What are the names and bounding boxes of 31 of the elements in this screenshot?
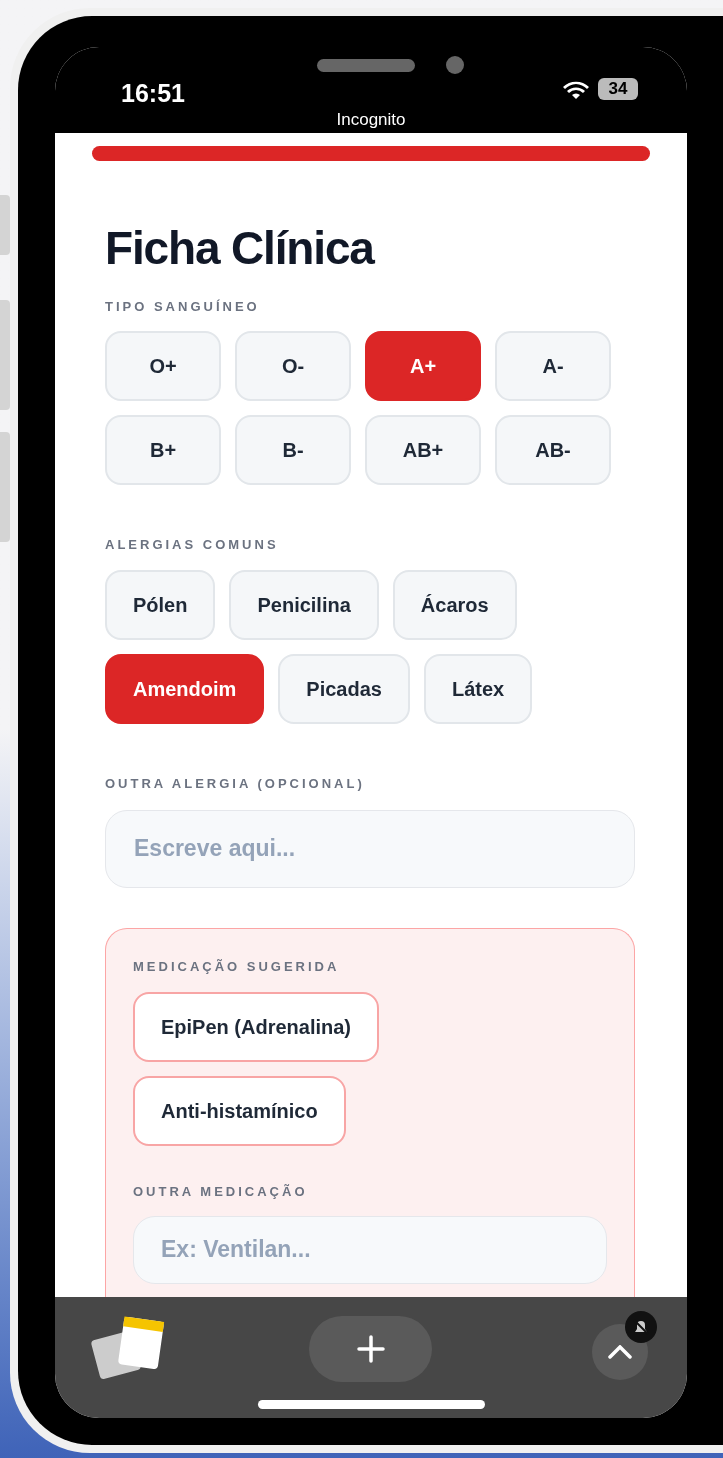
plus-icon xyxy=(356,1335,385,1363)
page-title: Ficha Clínica xyxy=(105,225,376,271)
allergy-chip[interactable]: Penicilina xyxy=(229,570,379,640)
blood-type-option[interactable]: A+ xyxy=(365,330,481,401)
blood-type-option[interactable]: B+ xyxy=(105,414,221,485)
blood-type-option[interactable]: O+ xyxy=(105,330,221,401)
battery-indicator: 34 xyxy=(598,78,638,100)
allergy-chip[interactable]: Ácaros xyxy=(392,570,517,640)
chevron-up-icon xyxy=(608,1345,632,1359)
input-field[interactable]: Escreve aqui... xyxy=(105,809,635,888)
section-label: OUTRA ALERGIA (OPCIONAL) xyxy=(105,775,366,793)
blood-type-option[interactable]: A- xyxy=(495,330,611,401)
blood-type-option[interactable]: AB- xyxy=(495,414,611,485)
muted-bell-icon xyxy=(625,1311,657,1343)
blood-type-option[interactable]: O- xyxy=(235,330,351,401)
section-label: TIPO SANGUÍNEO xyxy=(105,298,261,316)
allergy-chip[interactable]: Pólen xyxy=(105,570,216,640)
incognito-label: Incognito xyxy=(335,109,407,131)
section-label: OUTRA MEDICAÇÃO xyxy=(133,1183,309,1201)
section-label: MEDICAÇÃO SUGERIDA xyxy=(133,957,341,976)
blood-type-option[interactable]: B- xyxy=(235,414,351,485)
blood-type-option[interactable]: AB+ xyxy=(365,414,481,485)
allergy-chip[interactable]: Látex xyxy=(423,654,533,724)
wifi-icon xyxy=(563,80,589,100)
medication-chip[interactable]: EpiPen (Adrenalina) xyxy=(133,992,380,1062)
section-label: ALERGIAS COMUNS xyxy=(105,535,280,554)
input-field[interactable]: Ex: Ventilan... xyxy=(133,1215,607,1284)
allergy-chip[interactable]: Picadas xyxy=(278,654,410,724)
status-time: 16:51 xyxy=(121,78,185,109)
allergy-chip[interactable]: Amendoim xyxy=(105,654,265,724)
medication-chip[interactable]: Anti-histamínico xyxy=(133,1076,346,1146)
